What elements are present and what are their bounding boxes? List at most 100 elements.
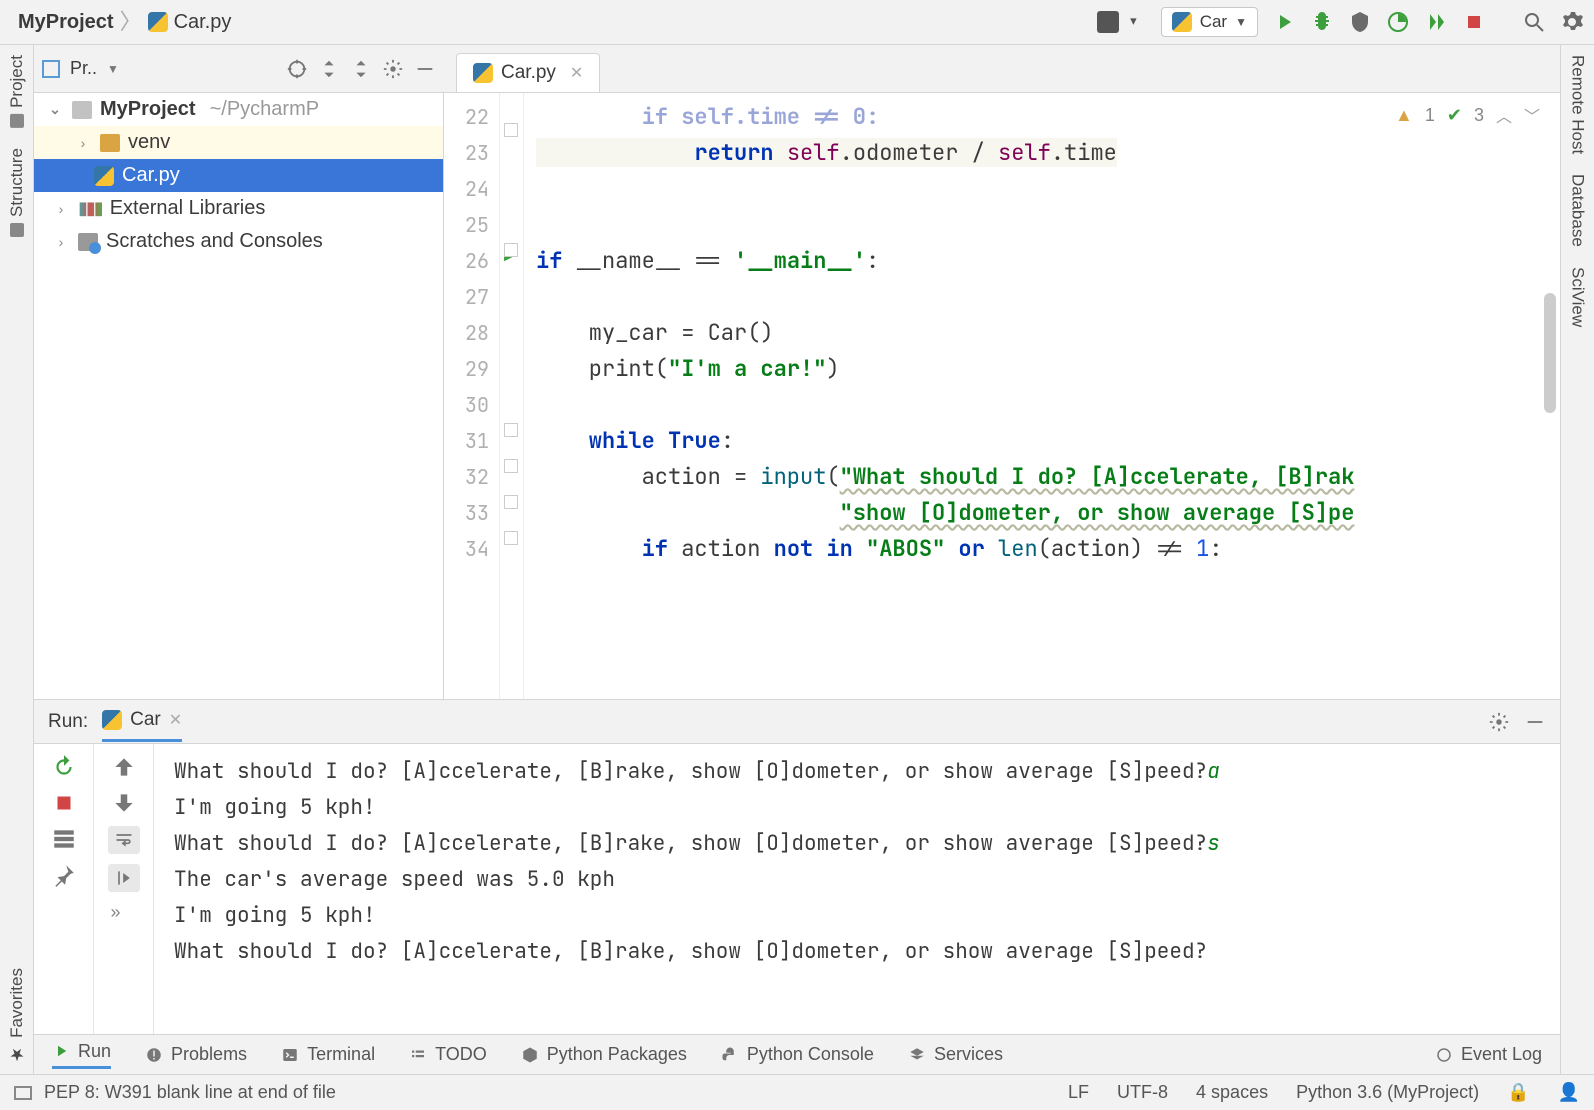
close-icon[interactable]: ✕	[169, 710, 182, 730]
line-separator[interactable]: LF	[1068, 1082, 1089, 1103]
tab-eventlog-label: Event Log	[1461, 1044, 1542, 1065]
project-tree: ⌄ MyProject ~/PycharmP › venv Car	[34, 93, 444, 699]
tab-problems[interactable]: Problems	[145, 1044, 247, 1065]
database-tab[interactable]: Database	[1568, 164, 1588, 257]
editor-tabs: Car.py ✕	[444, 45, 1560, 93]
fold-icon[interactable]	[504, 243, 518, 257]
tab-packages[interactable]: Python Packages	[521, 1044, 687, 1065]
pin-icon[interactable]	[51, 862, 77, 888]
breadcrumb-project[interactable]: MyProject	[18, 11, 114, 34]
prev-highlight-icon[interactable]: ︿	[1496, 103, 1512, 127]
warning-icon: ▲	[1395, 105, 1413, 126]
locate-icon[interactable]	[286, 58, 308, 80]
tab-todo[interactable]: TODO	[409, 1044, 487, 1065]
layout-icon[interactable]	[51, 826, 77, 852]
tree-scratches[interactable]: › Scratches and Consoles	[34, 225, 443, 258]
project-tool-tab[interactable]: Project	[7, 45, 27, 138]
lock-icon[interactable]: 🔒	[1507, 1082, 1529, 1103]
soft-wrap-icon[interactable]	[108, 826, 140, 854]
sciview-tab[interactable]: SciView	[1568, 257, 1588, 337]
run-toolbar-primary	[34, 744, 94, 1034]
status-message[interactable]: PEP 8: W391 blank line at end of file	[44, 1082, 336, 1103]
tab-console-label: Python Console	[747, 1044, 874, 1065]
scroll-end-icon[interactable]	[108, 864, 140, 892]
debug-icon[interactable]	[1310, 10, 1334, 34]
tree-external-libraries[interactable]: › External Libraries	[34, 192, 443, 225]
close-icon[interactable]: ✕	[570, 63, 583, 83]
run-tab-car[interactable]: Car ✕	[102, 701, 182, 742]
left-tool-gutter: Project Structure ★ Favorites	[0, 45, 34, 1074]
tree-file-car[interactable]: Car.py	[34, 159, 443, 192]
fold-icon[interactable]	[504, 531, 518, 545]
check-count: 3	[1474, 105, 1484, 126]
gear-icon[interactable]	[382, 58, 404, 80]
collapse-all-icon[interactable]	[350, 58, 372, 80]
fold-icon[interactable]	[504, 123, 518, 137]
user-icon[interactable]	[1097, 11, 1119, 33]
remote-host-tab[interactable]: Remote Host	[1568, 45, 1588, 164]
fold-icon[interactable]	[504, 495, 518, 509]
ide-status-icon[interactable]: 👤	[1558, 1082, 1580, 1103]
fold-icon[interactable]	[504, 423, 518, 437]
coverage-icon[interactable]	[1348, 10, 1372, 34]
hide-icon[interactable]	[1524, 711, 1546, 733]
tab-event-log[interactable]: Event Log	[1435, 1044, 1542, 1065]
editor-tab-car[interactable]: Car.py ✕	[456, 53, 600, 92]
chevron-right-icon[interactable]: ›	[74, 135, 92, 151]
scrollbar-thumb[interactable]	[1544, 293, 1556, 413]
code-body[interactable]: if self.time != 0: return self.odometer …	[524, 93, 1560, 699]
encoding[interactable]: UTF-8	[1117, 1082, 1168, 1103]
tab-run-label: Run	[78, 1041, 111, 1062]
breadcrumb-file[interactable]: Car.py	[148, 11, 232, 34]
folder-icon	[100, 134, 120, 152]
stop-icon[interactable]	[1462, 10, 1486, 34]
run-configuration-selector[interactable]: Car ▼	[1161, 7, 1258, 37]
scratches-icon	[78, 233, 98, 251]
tab-services[interactable]: Services	[908, 1044, 1003, 1065]
console-output[interactable]: What should I do? [A]ccelerate, [B]rake,…	[154, 744, 1560, 1034]
tree-venv-label: venv	[128, 131, 170, 154]
structure-tool-tab[interactable]: Structure	[7, 138, 27, 247]
search-icon[interactable]	[1522, 10, 1546, 34]
indent[interactable]: 4 spaces	[1196, 1082, 1268, 1103]
tree-venv[interactable]: › venv	[34, 126, 443, 159]
tab-python-console[interactable]: Python Console	[721, 1044, 874, 1065]
run-icon[interactable]	[1272, 10, 1296, 34]
interpreter[interactable]: Python 3.6 (MyProject)	[1296, 1082, 1479, 1103]
settings-gear-icon[interactable]	[1560, 10, 1584, 34]
more-icon[interactable]: »	[111, 902, 137, 928]
python-icon	[1172, 12, 1192, 32]
chevron-right-icon[interactable]: ›	[52, 201, 70, 217]
run-header-label: Run:	[48, 711, 88, 733]
bottom-tool-tabs: Run Problems Terminal TODO Python Packag…	[34, 1034, 1560, 1074]
profile-icon[interactable]	[1386, 10, 1410, 34]
tree-root-label: MyProject	[100, 98, 196, 121]
code-editor[interactable]: 22 23 24 25 26 27 28 29 30 31 32 33 34 ▶…	[444, 93, 1560, 699]
tab-run[interactable]: Run	[52, 1041, 111, 1069]
favorites-tool-tab[interactable]: ★ Favorites	[7, 958, 27, 1074]
remote-host-label: Remote Host	[1569, 55, 1588, 154]
editor-inspection-status[interactable]: ▲1 ✔3 ︿ ﹀	[1395, 103, 1540, 127]
structure-icon	[10, 223, 24, 237]
status-bar: PEP 8: W391 blank line at end of file LF…	[0, 1074, 1594, 1110]
down-icon[interactable]	[111, 790, 137, 816]
expand-all-icon[interactable]	[318, 58, 340, 80]
tab-terminal[interactable]: Terminal	[281, 1044, 375, 1065]
concurrency-icon[interactable]	[1424, 10, 1448, 34]
chevron-down-icon[interactable]: ⌄	[46, 101, 64, 118]
next-highlight-icon[interactable]: ﹀	[1524, 103, 1540, 127]
python-file-icon	[473, 63, 493, 83]
up-icon[interactable]	[111, 754, 137, 780]
breadcrumb[interactable]: MyProject 〉 Car.py	[10, 6, 231, 38]
project-view-selector[interactable]: Pr..	[70, 58, 97, 79]
rerun-icon[interactable]	[51, 754, 77, 780]
structure-tool-label: Structure	[7, 148, 27, 217]
chevron-right-icon[interactable]: ›	[52, 234, 70, 250]
fold-icon[interactable]	[504, 459, 518, 473]
tree-root[interactable]: ⌄ MyProject ~/PycharmP	[34, 93, 443, 126]
project-view-icon	[42, 60, 60, 78]
status-window-icon[interactable]	[14, 1086, 32, 1100]
hide-icon[interactable]	[414, 58, 436, 80]
gear-icon[interactable]	[1488, 711, 1510, 733]
stop-icon[interactable]	[51, 790, 77, 816]
